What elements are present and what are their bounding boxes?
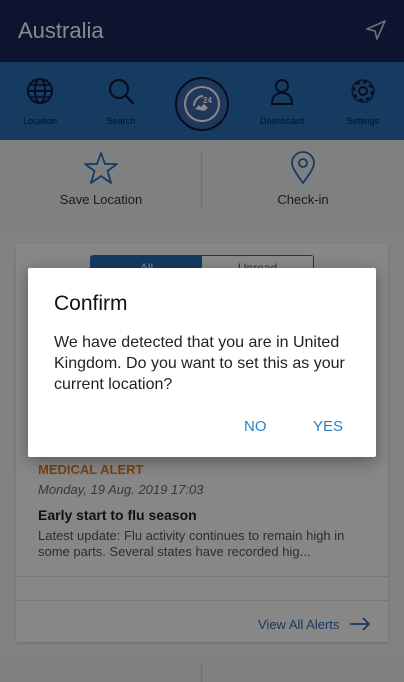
confirm-dialog: Confirm We have detected that you are in…	[28, 268, 376, 457]
dialog-title: Confirm	[54, 292, 128, 315]
yes-button[interactable]: YES	[313, 418, 343, 435]
dialog-message: We have detected that you are in United …	[54, 334, 345, 393]
no-button[interactable]: NO	[244, 418, 267, 435]
